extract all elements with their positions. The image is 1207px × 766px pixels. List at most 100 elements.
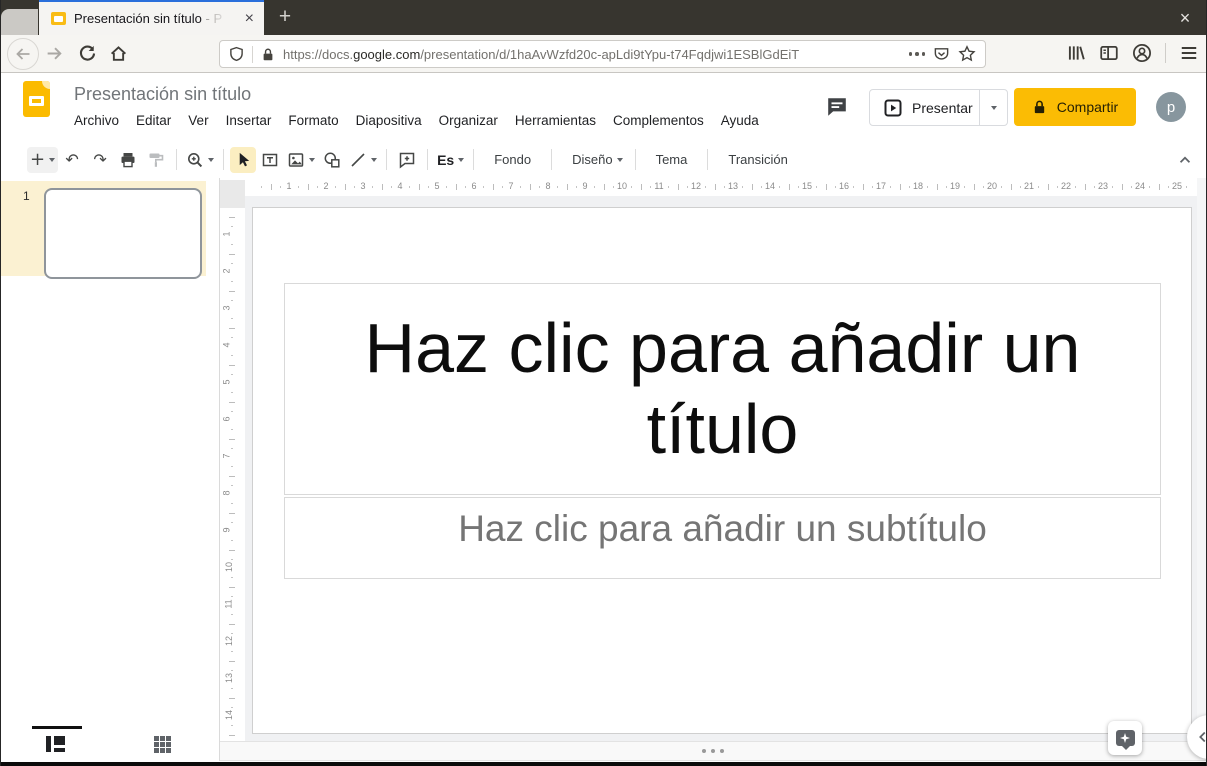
chevron-down-icon[interactable] — [49, 158, 55, 162]
chevron-down-icon[interactable] — [371, 158, 377, 162]
toolbar-divider — [551, 149, 552, 170]
account-avatar[interactable]: p — [1156, 92, 1186, 122]
new-tab-button[interactable]: + — [272, 4, 298, 30]
back-button[interactable] — [7, 38, 39, 70]
title-placeholder[interactable]: Haz clic para añadir un título — [284, 283, 1161, 495]
present-main[interactable]: Presentar — [870, 99, 979, 117]
right-gutter — [1197, 178, 1207, 741]
comment-bubble-icon — [825, 96, 849, 118]
menu-complementos[interactable]: Complementos — [613, 113, 704, 128]
menu-editar[interactable]: Editar — [136, 113, 171, 128]
navbar-right-icons — [1066, 43, 1199, 63]
home-button[interactable] — [109, 44, 128, 63]
insert-comment-button[interactable] — [393, 147, 421, 173]
explore-sparkle-icon — [1116, 730, 1135, 746]
navbar-divider — [1165, 43, 1166, 63]
tracking-shield-icon[interactable] — [229, 46, 244, 62]
menu-ver[interactable]: Ver — [188, 113, 208, 128]
chevron-down-icon — [617, 158, 623, 162]
lock-icon[interactable] — [261, 47, 275, 62]
filmstrip-view-button[interactable] — [46, 736, 65, 752]
zoom-button[interactable] — [183, 147, 217, 173]
bookmark-star-icon[interactable] — [958, 45, 976, 63]
browser-tab-bar: Presentación sin título - P × + × — [1, 0, 1206, 35]
browser-tab[interactable]: Presentación sin título - P × — [39, 0, 264, 35]
chevron-down-icon[interactable] — [309, 158, 315, 162]
present-label: Presentar — [912, 100, 973, 116]
window-close-button[interactable]: × — [1173, 6, 1197, 30]
url-text[interactable]: https://docs.google.com/presentation/d/1… — [283, 47, 901, 62]
page-actions-icon[interactable] — [909, 52, 926, 56]
select-tool-button[interactable] — [230, 147, 256, 173]
toolbar-divider — [473, 149, 474, 170]
background-button[interactable]: Fondo — [480, 147, 545, 173]
titlebar-spacer — [1, 9, 38, 35]
layout-label: Diseño — [572, 152, 612, 167]
subtitle-placeholder[interactable]: Haz clic para añadir un subtítulo — [284, 497, 1161, 579]
home-icon — [109, 44, 128, 63]
slides-logo-icon[interactable] — [23, 81, 50, 117]
explore-button[interactable] — [1108, 721, 1142, 755]
cursor-icon — [235, 151, 252, 168]
chevron-down-icon[interactable] — [458, 158, 464, 162]
toolbar-divider — [386, 149, 387, 170]
chevron-down-icon — [991, 106, 997, 110]
input-tools-button[interactable]: Es — [434, 147, 467, 173]
insert-shape-button[interactable] — [318, 147, 346, 173]
document-title[interactable]: Presentación sin título — [74, 84, 251, 105]
sidebar-icon[interactable] — [1099, 43, 1119, 63]
menu-formato[interactable]: Formato — [288, 113, 338, 128]
layout-button[interactable]: Diseño — [558, 147, 628, 173]
present-play-icon — [884, 99, 902, 117]
paint-roller-icon — [147, 151, 165, 169]
menu-insertar[interactable]: Insertar — [226, 113, 272, 128]
transition-button[interactable]: Transición — [714, 147, 801, 173]
plus-icon: + — [30, 151, 45, 169]
text-box-icon — [261, 151, 279, 169]
slide-row-selected[interactable]: 1 — [1, 181, 206, 276]
chevron-up-icon — [1177, 152, 1193, 168]
menu-diapositiva[interactable]: Diapositiva — [356, 113, 422, 128]
printer-icon — [119, 151, 137, 169]
tab-close-icon[interactable]: × — [243, 11, 256, 27]
comments-button[interactable] — [825, 96, 851, 120]
library-icon[interactable] — [1066, 43, 1086, 63]
slide-page[interactable]: Haz clic para añadir un título Haz clic … — [252, 207, 1192, 734]
forward-arrow-icon — [45, 44, 64, 63]
grid-view-button[interactable] — [154, 736, 171, 753]
insert-image-button[interactable] — [284, 147, 318, 173]
speaker-notes-divider[interactable] — [220, 741, 1206, 761]
paint-format-button[interactable] — [142, 147, 170, 173]
toolbar-divider — [635, 149, 636, 170]
toolbar-divider — [223, 149, 224, 170]
slide-thumbnail[interactable] — [44, 188, 202, 279]
account-icon[interactable] — [1132, 43, 1152, 63]
present-dropdown[interactable] — [979, 90, 1007, 125]
chevron-down-icon[interactable] — [208, 158, 214, 162]
filmstrip-panel: 1 — [1, 178, 220, 761]
theme-button[interactable]: Tema — [642, 147, 702, 173]
menu-organizar[interactable]: Organizar — [439, 113, 498, 128]
forward-button[interactable] — [45, 44, 64, 63]
url-bar[interactable]: https://docs.google.com/presentation/d/1… — [219, 40, 986, 68]
menu-hamburger-icon[interactable] — [1179, 43, 1199, 63]
slide-canvas[interactable]: Haz clic para añadir un título Haz clic … — [245, 196, 1197, 741]
text-box-button[interactable] — [256, 147, 284, 173]
reload-button[interactable] — [78, 44, 97, 63]
toolbar-divider — [707, 149, 708, 170]
pocket-icon[interactable] — [933, 46, 950, 63]
redo-button[interactable]: ↷ — [86, 147, 114, 173]
hide-menus-button[interactable] — [1177, 152, 1193, 168]
shape-icon — [323, 151, 341, 169]
menu-herramientas[interactable]: Herramientas — [515, 113, 596, 128]
add-comment-icon — [398, 151, 416, 169]
insert-line-button[interactable] — [346, 147, 380, 173]
share-button[interactable]: Compartir — [1014, 88, 1136, 126]
new-slide-button[interactable]: + — [27, 147, 58, 173]
browser-navbar: https://docs.google.com/presentation/d/1… — [1, 35, 1206, 73]
print-button[interactable] — [114, 147, 142, 173]
undo-button[interactable]: ↶ — [58, 147, 86, 173]
present-button[interactable]: Presentar — [869, 89, 1008, 126]
menu-ayuda[interactable]: Ayuda — [721, 113, 759, 128]
menu-archivo[interactable]: Archivo — [74, 113, 119, 128]
